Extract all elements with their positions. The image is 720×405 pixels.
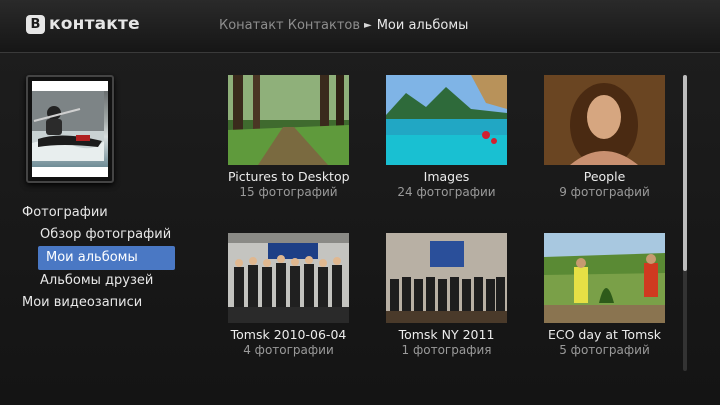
album-card[interactable]: People 9 фотографий	[544, 75, 665, 199]
album-photo-count: 9 фотографий	[559, 185, 650, 199]
album-card[interactable]: Pictures to Desktop 15 фотографий	[228, 75, 350, 199]
menu-item-photos[interactable]: Фотографии	[22, 201, 108, 225]
menu-item-my-videos[interactable]: Мои видеозаписи	[22, 291, 142, 315]
album-card[interactable]: Images 24 фотографии	[386, 75, 507, 199]
breadcrumb-arrow-icon: ►	[364, 20, 372, 31]
album-card[interactable]: ECO day at Tomsk 5 фотографий	[544, 233, 665, 357]
album-thumbnail-group-photo	[228, 233, 349, 323]
scrollbar-thumb[interactable]	[683, 75, 687, 271]
album-photo-count: 4 фотографии	[243, 343, 334, 357]
menu-item-my-albums[interactable]: Мои альбомы	[38, 246, 175, 270]
main-area: Фотографии Обзор фотографий Мои альбомы …	[0, 53, 720, 405]
album-card[interactable]: Tomsk 2010-06-04 4 фотографии	[228, 233, 349, 357]
breadcrumb-parent[interactable]: Конатакт Контактов	[219, 18, 360, 33]
profile-picture-border	[32, 81, 108, 177]
album-thumbnail-tree-planting	[544, 233, 665, 323]
top-bar: B контакте Конатакт Контактов ► Мои альб…	[0, 0, 720, 53]
scrollbar[interactable]	[683, 75, 687, 371]
album-photo-count: 5 фотографий	[559, 343, 650, 357]
breadcrumb: Конатакт Контактов ► Мои альбомы	[219, 18, 468, 33]
album-card[interactable]: Tomsk NY 2011 1 фотография	[386, 233, 507, 357]
album-thumbnail-forest-road	[228, 75, 349, 165]
album-thumbnail-portrait	[544, 75, 665, 165]
profile-picture[interactable]	[26, 75, 114, 183]
menu-item-friends-albums[interactable]: Альбомы друзей	[40, 269, 153, 293]
menu-item-photo-overview[interactable]: Обзор фотографий	[40, 223, 171, 247]
album-title: Tomsk NY 2011	[398, 327, 495, 342]
album-thumbnail-group-photo-banner	[386, 233, 507, 323]
album-title: Pictures to Desktop	[228, 169, 350, 184]
album-photo-count: 24 фотографии	[397, 185, 496, 199]
vk-logo-text: контакте	[49, 14, 140, 34]
breadcrumb-current: Мои альбомы	[376, 18, 469, 33]
vk-logo-icon: B	[26, 14, 45, 34]
album-title: Images	[423, 169, 470, 184]
album-title: People	[583, 169, 626, 184]
vk-logo[interactable]: B контакте	[26, 14, 140, 34]
album-title: Tomsk 2010-06-04	[230, 327, 347, 342]
album-photo-count: 1 фотография	[401, 343, 492, 357]
album-thumbnail-tropical-beach	[386, 75, 507, 165]
profile-photo-kayaker	[32, 91, 108, 167]
album-photo-count: 15 фотографий	[239, 185, 338, 199]
album-title: ECO day at Tomsk	[547, 327, 662, 342]
